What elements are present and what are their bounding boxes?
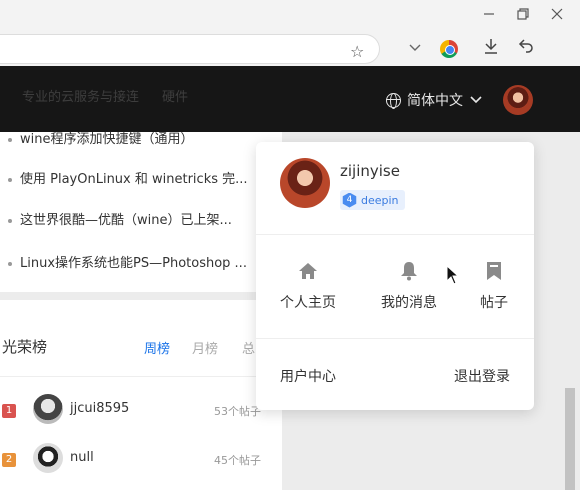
bookmark-icon — [454, 260, 534, 282]
messages-button[interactable]: 我的消息 — [369, 260, 449, 312]
star-icon[interactable]: ☆ — [350, 42, 364, 61]
user-name[interactable]: jjcui8595 — [70, 401, 129, 416]
table-row[interactable]: 2 null 45个帖子 — [0, 443, 282, 479]
rank-badge: 2 — [2, 453, 16, 467]
list-item[interactable]: wine程序添加快捷键（通用） — [8, 128, 260, 148]
minimize-icon[interactable] — [478, 6, 500, 26]
ranking-title: 光荣榜 — [2, 338, 48, 356]
divider — [256, 234, 534, 235]
browser-toolbar: ☆ — [0, 32, 580, 66]
close-icon[interactable] — [546, 6, 568, 26]
back-arrow-icon[interactable] — [514, 38, 536, 60]
rank-badge: 1 — [2, 404, 16, 418]
user-center-link[interactable]: 用户中心 — [280, 366, 336, 386]
bell-icon — [369, 260, 449, 282]
language-label: 简体中文 — [407, 93, 463, 109]
logout-link[interactable]: 退出登录 — [454, 366, 510, 386]
posts-button[interactable]: 帖子 — [454, 260, 534, 312]
avatar[interactable] — [280, 158, 330, 208]
ranking-card: 光荣榜 周榜 月榜 总 1 jjcui8595 53个帖子 2 null 45个… — [0, 300, 282, 490]
download-icon[interactable] — [480, 38, 502, 60]
home-icon — [268, 260, 348, 282]
avatar[interactable] — [503, 85, 533, 115]
language-selector[interactable]: 简体中文 — [386, 90, 483, 110]
list-item[interactable]: 这世界很酷—优酷（wine）已上架... — [8, 209, 260, 229]
user-name[interactable]: null — [70, 450, 94, 465]
post-count: 45个帖子 — [214, 454, 261, 467]
mouse-cursor-icon — [446, 265, 460, 285]
browser-titlebar — [0, 0, 580, 32]
site-header: 专业的云服务与接连 硬件 简体中文 — [0, 66, 580, 132]
avatar[interactable] — [33, 443, 63, 473]
username: zijinyise — [340, 162, 400, 180]
nav-item[interactable]: 硬件 — [162, 86, 188, 105]
list-item[interactable]: 使用 PlayOnLinux 和 winetricks 完... — [8, 168, 260, 188]
user-menu-popover: zijinyise 4 deepin 个人主页 我的消息 帖子 用户中心 退出登… — [256, 142, 534, 410]
chevron-down-icon[interactable] — [404, 38, 426, 60]
tab-monthly[interactable]: 月榜 — [192, 338, 218, 357]
address-bar[interactable]: ☆ — [0, 34, 380, 64]
divider — [256, 338, 534, 339]
badge-icon: 4 — [342, 192, 357, 208]
chevron-down-icon — [470, 96, 482, 104]
article-list: wine程序添加快捷键（通用） 使用 PlayOnLinux 和 winetri… — [0, 132, 282, 292]
user-badge: 4 deepin — [340, 190, 405, 210]
table-row[interactable]: 1 jjcui8595 53个帖子 — [0, 394, 282, 430]
list-item[interactable]: Linux操作系统也能PS—Photoshop ... — [8, 252, 260, 272]
divider — [0, 376, 282, 377]
avatar[interactable] — [33, 394, 63, 424]
globe-icon — [386, 92, 401, 109]
profile-button[interactable]: 个人主页 — [268, 260, 348, 312]
nav-item[interactable]: 专业的云服务与接连 — [22, 86, 139, 105]
tab-total[interactable]: 总 — [242, 338, 255, 357]
restore-icon[interactable] — [512, 6, 534, 26]
tab-weekly[interactable]: 周榜 — [144, 338, 170, 357]
post-count: 53个帖子 — [214, 405, 261, 418]
chrome-icon[interactable] — [438, 38, 460, 60]
scrollbar[interactable] — [565, 388, 575, 490]
